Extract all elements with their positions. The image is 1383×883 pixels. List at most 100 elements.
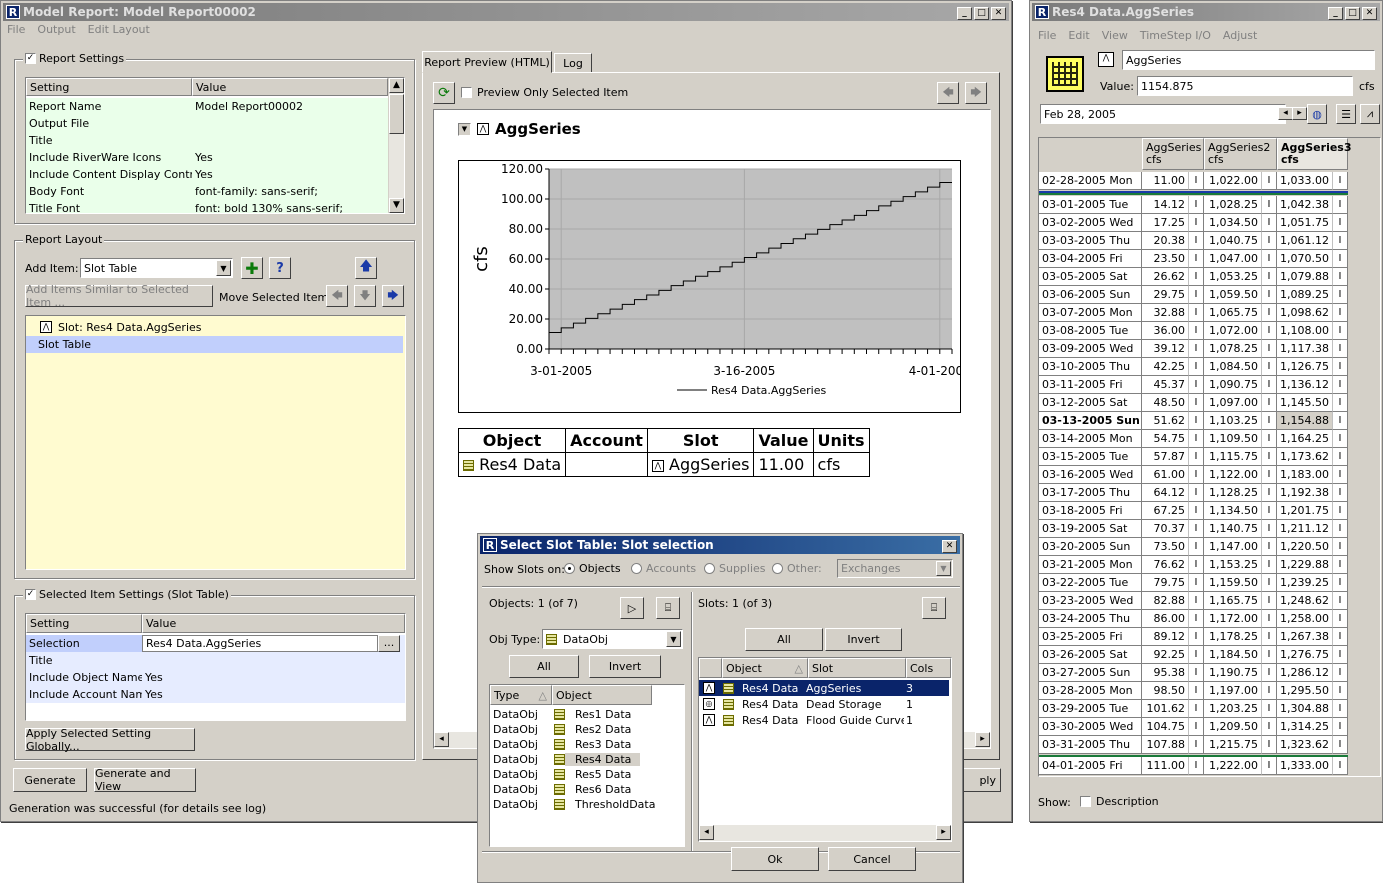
value-cell[interactable]: 1,134.50 xyxy=(1204,502,1262,520)
list-item[interactable]: DataObj Res3 Data xyxy=(490,737,684,752)
other-select[interactable]: Exchanges ▼ xyxy=(837,559,953,578)
table-row[interactable]: Selection Res4 Data.AggSeries... xyxy=(26,635,405,652)
list-item[interactable]: DataObj Res5 Data xyxy=(490,767,684,782)
col-header-slot[interactable]: Slot xyxy=(808,658,906,678)
value-cell[interactable]: 1,122.00 xyxy=(1204,466,1262,484)
value-cell[interactable]: 1,051.75 xyxy=(1277,214,1333,232)
value-cell[interactable]: 101.62 xyxy=(1142,700,1189,718)
value-cell[interactable]: 1,047.00 xyxy=(1204,250,1262,268)
value-cell[interactable]: 23.50 xyxy=(1142,250,1189,268)
value-cell[interactable]: 1,128.25 xyxy=(1204,484,1262,502)
value-cell[interactable]: 1,276.75 xyxy=(1277,646,1333,664)
table-row[interactable]: Title xyxy=(26,652,405,669)
table-row[interactable]: Title xyxy=(26,132,388,149)
value-cell[interactable]: 1,222.00 xyxy=(1204,757,1262,775)
table-row[interactable]: 03-11-2005 Fri 45.37 I 1,090.75 I 1,136.12 I xyxy=(1039,376,1380,394)
value-cell[interactable]: 1,248.62 xyxy=(1277,592,1333,610)
minimize-button[interactable]: _ xyxy=(1328,7,1343,20)
move-up-button[interactable]: 🡅 xyxy=(355,257,377,279)
value-cell[interactable]: 1,079.88 xyxy=(1277,268,1333,286)
menu-adjust[interactable]: Adjust xyxy=(1223,29,1257,42)
value-cell[interactable]: 1,323.62 xyxy=(1277,736,1333,754)
value-cell[interactable]: 1,197.00 xyxy=(1204,682,1262,700)
description-checkbox[interactable] xyxy=(1080,796,1091,807)
value-cell[interactable]: 45.37 xyxy=(1142,376,1189,394)
value-cell[interactable]: 1,201.75 xyxy=(1277,502,1333,520)
agg-col-header[interactable]: AggSeries3 cfs xyxy=(1277,138,1352,170)
list-item[interactable]: ⋀ Res4 Data AggSeries 3 xyxy=(699,680,949,696)
value-cell[interactable]: 1,164.25 xyxy=(1277,430,1333,448)
value-cell[interactable]: 111.00 xyxy=(1142,757,1189,775)
list-view-icon[interactable]: ☰ xyxy=(1336,104,1356,124)
table-row[interactable]: 03-27-2005 Sun 95.38 I 1,190.75 I 1,286.12 I xyxy=(1039,664,1380,682)
table-row[interactable]: 03-17-2005 Thu 64.12 I 1,128.25 I 1,192.38 I xyxy=(1039,484,1380,502)
close-button[interactable]: ✕ xyxy=(1362,7,1377,20)
table-row[interactable]: 03-12-2005 Sat 48.50 I 1,097.00 I 1,145.50 I xyxy=(1039,394,1380,412)
move-left-button[interactable]: 🡄 xyxy=(326,285,348,307)
slots-all-button[interactable]: All xyxy=(745,628,823,651)
slots-h-scrollbar[interactable]: ◂ ▸ xyxy=(699,825,951,841)
value-cell[interactable]: 1,072.00 xyxy=(1204,322,1262,340)
value-cell[interactable]: 29.75 xyxy=(1142,286,1189,304)
value-cell[interactable]: 1,053.25 xyxy=(1204,268,1262,286)
table-row[interactable]: 03-21-2005 Mon 76.62 I 1,153.25 I 1,229.88 I xyxy=(1039,556,1380,574)
value-cell[interactable]: 70.37 xyxy=(1142,520,1189,538)
agg-col-header[interactable]: AggSeries2 cfs xyxy=(1204,138,1277,170)
value-cell[interactable]: 1,042.38 xyxy=(1277,196,1333,214)
table-row[interactable]: Output File xyxy=(26,115,388,132)
value-cell[interactable]: 89.12 xyxy=(1142,628,1189,646)
close-button[interactable]: ✕ xyxy=(991,7,1006,20)
col-header-type[interactable]: Type △ xyxy=(490,685,552,705)
value-cell[interactable]: 61.00 xyxy=(1142,466,1189,484)
radio-supplies[interactable] xyxy=(704,563,715,574)
maximize-button[interactable]: □ xyxy=(974,7,989,20)
value-cell[interactable]: 98.50 xyxy=(1142,682,1189,700)
value-cell[interactable]: 14.12 xyxy=(1142,196,1189,214)
report-settings-scrollbar[interactable]: ▲ ▼ xyxy=(388,78,404,213)
value-cell[interactable]: 1,267.38 xyxy=(1277,628,1333,646)
value-cell[interactable]: 73.50 xyxy=(1142,538,1189,556)
table-row[interactable]: 03-04-2005 Fri 23.50 I 1,047.00 I 1,070.50 I xyxy=(1039,250,1380,268)
add-similar-button[interactable]: Add Items Similar to Selected Item ... xyxy=(25,283,213,309)
table-row[interactable]: 03-13-2005 Sun 51.62 I 1,103.25 I 1,154.88 I xyxy=(1039,412,1380,430)
list-item[interactable]: DataObj Res4 Data xyxy=(490,752,684,767)
col-header-object[interactable]: Object xyxy=(552,685,652,705)
preview-only-checkbox[interactable] xyxy=(461,87,472,98)
col-header-value[interactable]: Value xyxy=(142,614,405,633)
value-cell[interactable]: 1,090.75 xyxy=(1204,376,1262,394)
col-header-setting[interactable]: Setting xyxy=(26,614,142,633)
table-row[interactable]: Include Content Display Controls Yes xyxy=(26,166,388,183)
value-cell[interactable]: 48.50 xyxy=(1142,394,1189,412)
value-cell[interactable]: 1,154.88 xyxy=(1277,412,1333,430)
ok-button[interactable]: Ok xyxy=(731,847,819,871)
table-row[interactable]: Report Name Model Report00002 xyxy=(26,98,388,115)
value-cell[interactable]: 1,126.75 xyxy=(1277,358,1333,376)
table-row[interactable]: 03-30-2005 Wed 104.75 I 1,209.50 I 1,314.25 I xyxy=(1039,718,1380,736)
value-cell[interactable]: 76.62 xyxy=(1142,556,1189,574)
value-cell[interactable]: 1,172.00 xyxy=(1204,610,1262,628)
value-cell[interactable]: 42.25 xyxy=(1142,358,1189,376)
value-cell[interactable]: 95.38 xyxy=(1142,664,1189,682)
table-row[interactable]: Include Account Name Yes xyxy=(26,686,405,703)
table-row[interactable]: 03-19-2005 Sat 70.37 I 1,140.75 I 1,211.12 I xyxy=(1039,520,1380,538)
globe-icon[interactable]: ◍ xyxy=(1307,104,1327,124)
generate-and-view-button[interactable]: Generate and View xyxy=(94,767,196,793)
value-cell[interactable]: 1,033.00 xyxy=(1277,172,1333,190)
value-cell[interactable]: 1,211.12 xyxy=(1277,520,1333,538)
slots-invert-button[interactable]: Invert xyxy=(825,628,902,651)
value-cell[interactable]: 51.62 xyxy=(1142,412,1189,430)
table-row[interactable]: 03-05-2005 Sat 26.62 I 1,053.25 I 1,079.88 I xyxy=(1039,268,1380,286)
menu-edit-layout[interactable]: Edit Layout xyxy=(88,23,150,36)
table-row[interactable]: 03-20-2005 Sun 73.50 I 1,147.00 I 1,220.50 I xyxy=(1039,538,1380,556)
value-cell[interactable]: 1,239.25 xyxy=(1277,574,1333,592)
value-cell[interactable]: 1,115.75 xyxy=(1204,448,1262,466)
value-cell[interactable]: 1,192.38 xyxy=(1277,484,1333,502)
value-cell[interactable]: 1,109.50 xyxy=(1204,430,1262,448)
value-cell[interactable]: 1,022.00 xyxy=(1204,172,1262,190)
move-right-button[interactable]: 🡆 xyxy=(382,285,404,307)
table-row[interactable]: 03-29-2005 Tue 101.62 I 1,203.25 I 1,304.88 I xyxy=(1039,700,1380,718)
title-bar[interactable]: R Select Slot Table: Slot selection ✕ xyxy=(480,536,960,554)
value-cell[interactable]: 1,229.88 xyxy=(1277,556,1333,574)
table-row[interactable]: 03-01-2005 Tue 14.12 I 1,028.25 I 1,042.38 I xyxy=(1039,196,1380,214)
add-item-select[interactable]: Slot Table ▼ xyxy=(80,258,233,278)
